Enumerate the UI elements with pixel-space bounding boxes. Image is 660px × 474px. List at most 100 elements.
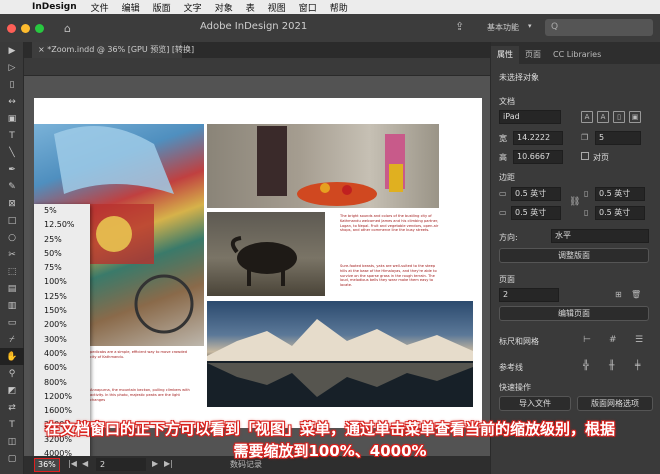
body-text-2[interactable]: Sure-footed beasts, yaks are well-suited…: [340, 264, 440, 288]
layout-grid-options-button[interactable]: 版面网格选项: [577, 396, 653, 411]
edit-page-button[interactable]: 编辑页面: [499, 306, 649, 321]
page-select[interactable]: 2: [499, 288, 559, 302]
pen-tool-icon[interactable]: ✒: [0, 161, 24, 178]
body-text-4[interactable]: Annapurna, the mountain beckon, pulling …: [90, 388, 190, 402]
smart-guides-icon[interactable]: ╪: [635, 361, 640, 371]
width-field[interactable]: 14.2222: [513, 131, 563, 145]
menu-type[interactable]: 文字: [184, 1, 202, 14]
rectangle-tool-icon[interactable]: □: [0, 212, 24, 229]
market-photo[interactable]: [207, 124, 439, 208]
ellipse-tool-icon[interactable]: ○: [0, 229, 24, 246]
menu-view[interactable]: 视图: [268, 1, 286, 14]
portrait-icon[interactable]: A: [581, 111, 593, 123]
tab-pages[interactable]: 页面: [519, 46, 547, 64]
margin-right-field[interactable]: 0.5 英寸: [595, 206, 645, 220]
direction-select[interactable]: 水平: [551, 229, 649, 243]
selection-status: 未选择对象: [499, 73, 539, 82]
landscape-icon[interactable]: A: [597, 111, 609, 123]
zoom-option[interactable]: 125%: [34, 290, 90, 304]
home-icon[interactable]: ⌂: [64, 22, 71, 35]
menu-edit[interactable]: 编辑: [122, 1, 140, 14]
fill-stroke-icon[interactable]: ◩: [0, 382, 24, 399]
menu-table[interactable]: 表: [246, 1, 255, 14]
gradient-feather-icon[interactable]: ▥: [0, 297, 24, 314]
margin-left-field[interactable]: 0.5 英寸: [595, 187, 645, 201]
hand-tool-icon[interactable]: ✋: [0, 348, 24, 365]
tab-cc-libraries[interactable]: CC Libraries: [547, 46, 607, 64]
type-tool-icon[interactable]: T: [0, 127, 24, 144]
share-icon[interactable]: ⇪: [455, 20, 464, 33]
rectangle-frame-tool-icon[interactable]: ⊠: [0, 195, 24, 212]
ruler-icon[interactable]: ⊢: [583, 335, 591, 345]
close-window-button[interactable]: [7, 23, 16, 33]
menu-window[interactable]: 窗口: [299, 1, 317, 14]
zoom-option[interactable]: 12.50%: [34, 218, 90, 232]
tab-properties[interactable]: 属性: [491, 46, 519, 64]
add-page-icon[interactable]: ⊞: [615, 290, 622, 299]
body-text-1[interactable]: The bright sounds and colors of the bust…: [340, 214, 440, 233]
swap-colors-icon[interactable]: ⇄: [0, 399, 24, 416]
workspace-switcher[interactable]: 基本功能: [487, 22, 519, 33]
lock-guides-icon[interactable]: ╫: [609, 361, 614, 371]
bleed-icon[interactable]: ▣: [629, 111, 641, 123]
menu-object[interactable]: 对象: [215, 1, 233, 14]
app-menu[interactable]: InDesign: [32, 2, 77, 12]
import-file-button[interactable]: 导入文件: [499, 396, 571, 411]
adjust-layout-button[interactable]: 调整版面: [499, 248, 649, 263]
page-tool-icon[interactable]: ▯: [0, 76, 24, 93]
zoom-option[interactable]: 400%: [34, 347, 90, 361]
facing-pages-checkbox[interactable]: [581, 152, 589, 160]
guides-icon[interactable]: ╬: [583, 361, 588, 371]
zoom-option[interactable]: 75%: [34, 261, 90, 275]
baseline-grid-icon[interactable]: ☰: [635, 335, 643, 345]
margin-right-icon: ▯: [584, 208, 589, 217]
document-tab[interactable]: × *Zoom.indd @ 36% [GPU 预览] [转换]: [32, 42, 194, 58]
minimize-window-button[interactable]: [21, 23, 30, 33]
line-tool-icon[interactable]: ╲: [0, 144, 24, 161]
document-page[interactable]: The bright sounds and colors of the bust…: [34, 98, 482, 428]
menu-file[interactable]: 文件: [91, 1, 109, 14]
search-field[interactable]: Q: [545, 19, 653, 36]
menu-layout[interactable]: 版面: [153, 1, 171, 14]
chevron-down-icon[interactable]: ▾: [528, 22, 532, 30]
margin-top-field[interactable]: 0.5 英寸: [511, 187, 561, 201]
zoom-option[interactable]: 100%: [34, 275, 90, 289]
gap-tool-icon[interactable]: ↔: [0, 93, 24, 110]
gradient-tool-icon[interactable]: ▤: [0, 280, 24, 297]
zoom-option[interactable]: 1200%: [34, 390, 90, 404]
pages-count-field[interactable]: 5: [595, 131, 641, 145]
selection-tool-icon[interactable]: ▶: [0, 42, 24, 59]
content-collector-icon[interactable]: ▣: [0, 110, 24, 127]
free-transform-tool-icon[interactable]: ⬚: [0, 263, 24, 280]
zoom-option[interactable]: 200%: [34, 318, 90, 332]
zoom-option[interactable]: 600%: [34, 361, 90, 375]
height-field[interactable]: 10.6667: [513, 150, 563, 164]
zoom-tool-icon[interactable]: ⚲: [0, 365, 24, 382]
delete-page-icon[interactable]: 🗑: [631, 290, 641, 299]
zoom-option[interactable]: 5%: [34, 204, 90, 218]
maximize-window-button[interactable]: [35, 23, 44, 33]
zoom-option[interactable]: 25%: [34, 233, 90, 247]
zoom-option[interactable]: 300%: [34, 333, 90, 347]
zoom-option[interactable]: 800%: [34, 376, 90, 390]
link-icon[interactable]: ⛓: [569, 197, 580, 207]
apple-icon[interactable]: [10, 1, 22, 13]
eyedropper-tool-icon[interactable]: ⌿: [0, 331, 24, 348]
scissors-tool-icon[interactable]: ✂: [0, 246, 24, 263]
direct-selection-tool-icon[interactable]: ▷: [0, 59, 24, 76]
zoom-option[interactable]: 150%: [34, 304, 90, 318]
mountain-photo[interactable]: [207, 301, 473, 407]
zoom-option[interactable]: 50%: [34, 247, 90, 261]
pencil-tool-icon[interactable]: ✎: [0, 178, 24, 195]
close-icon[interactable]: ×: [38, 45, 45, 54]
margin-bottom-field[interactable]: 0.5 英寸: [511, 206, 561, 220]
margins-label: 边距: [499, 173, 515, 182]
preset-select[interactable]: iPad: [499, 110, 561, 124]
menu-help[interactable]: 帮助: [330, 1, 348, 14]
grid-icon[interactable]: #: [609, 335, 617, 345]
primary-text-frame-icon[interactable]: ▯: [613, 111, 625, 123]
note-tool-icon[interactable]: ▭: [0, 314, 24, 331]
yak-photo[interactable]: [207, 212, 325, 296]
zoom-option[interactable]: 1600%: [34, 404, 90, 418]
body-text-3[interactable]: pedicabs are a simple, efficient way to …: [90, 350, 190, 360]
